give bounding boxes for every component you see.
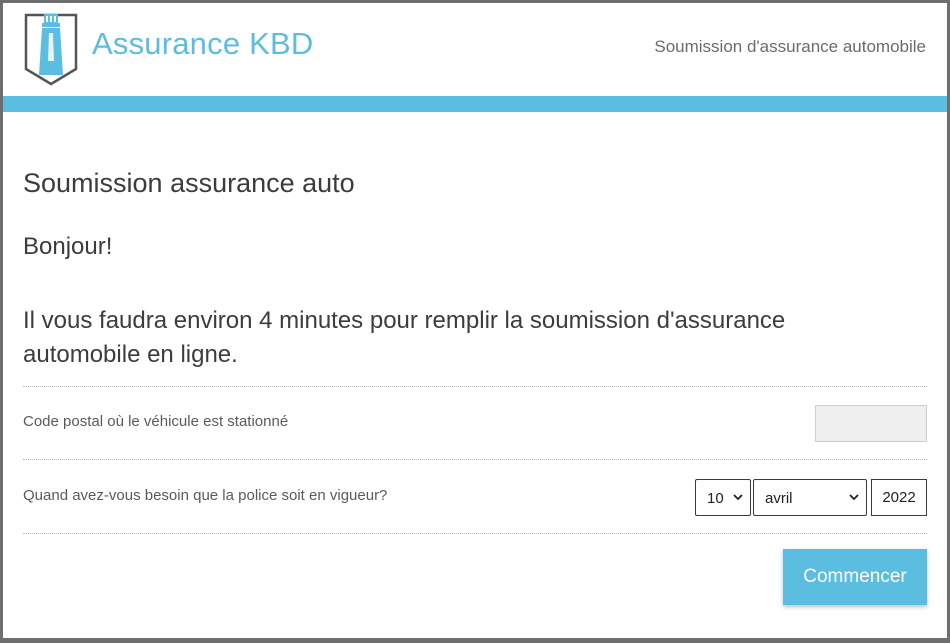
start-date-label: Quand avez-vous besoin que la police soi… bbox=[23, 487, 388, 504]
intro-text: Il vous faudra environ 4 minutes pour re… bbox=[23, 307, 786, 368]
header-title: Soumission d'assurance automobile bbox=[654, 37, 926, 56]
greeting-text: Bonjour! bbox=[23, 233, 113, 260]
brand-name[interactable]: Assurance KBD bbox=[92, 26, 313, 62]
day-select-value: 10 bbox=[707, 490, 724, 507]
postal-code-label: Code postal où le véhicule est stationné bbox=[23, 413, 289, 430]
postal-code-input[interactable] bbox=[815, 405, 927, 442]
day-select[interactable]: 10 bbox=[695, 479, 751, 516]
accent-bar bbox=[3, 96, 947, 112]
page-frame: Assurance KBD Soumission d'assurance aut… bbox=[0, 0, 950, 643]
month-select-value: avril bbox=[765, 490, 793, 507]
lighthouse-shield-icon bbox=[24, 13, 78, 86]
chevron-down-icon bbox=[733, 494, 743, 501]
chevron-down-icon bbox=[849, 494, 859, 501]
divider bbox=[23, 533, 927, 534]
site-header: Assurance KBD Soumission d'assurance aut… bbox=[3, 3, 947, 96]
page-title: Soumission assurance auto bbox=[23, 168, 355, 198]
divider bbox=[23, 459, 927, 460]
year-input[interactable]: 2022 bbox=[871, 479, 927, 516]
divider bbox=[23, 386, 927, 387]
start-button[interactable]: Commencer bbox=[783, 549, 927, 605]
month-select[interactable]: avril bbox=[753, 479, 867, 516]
